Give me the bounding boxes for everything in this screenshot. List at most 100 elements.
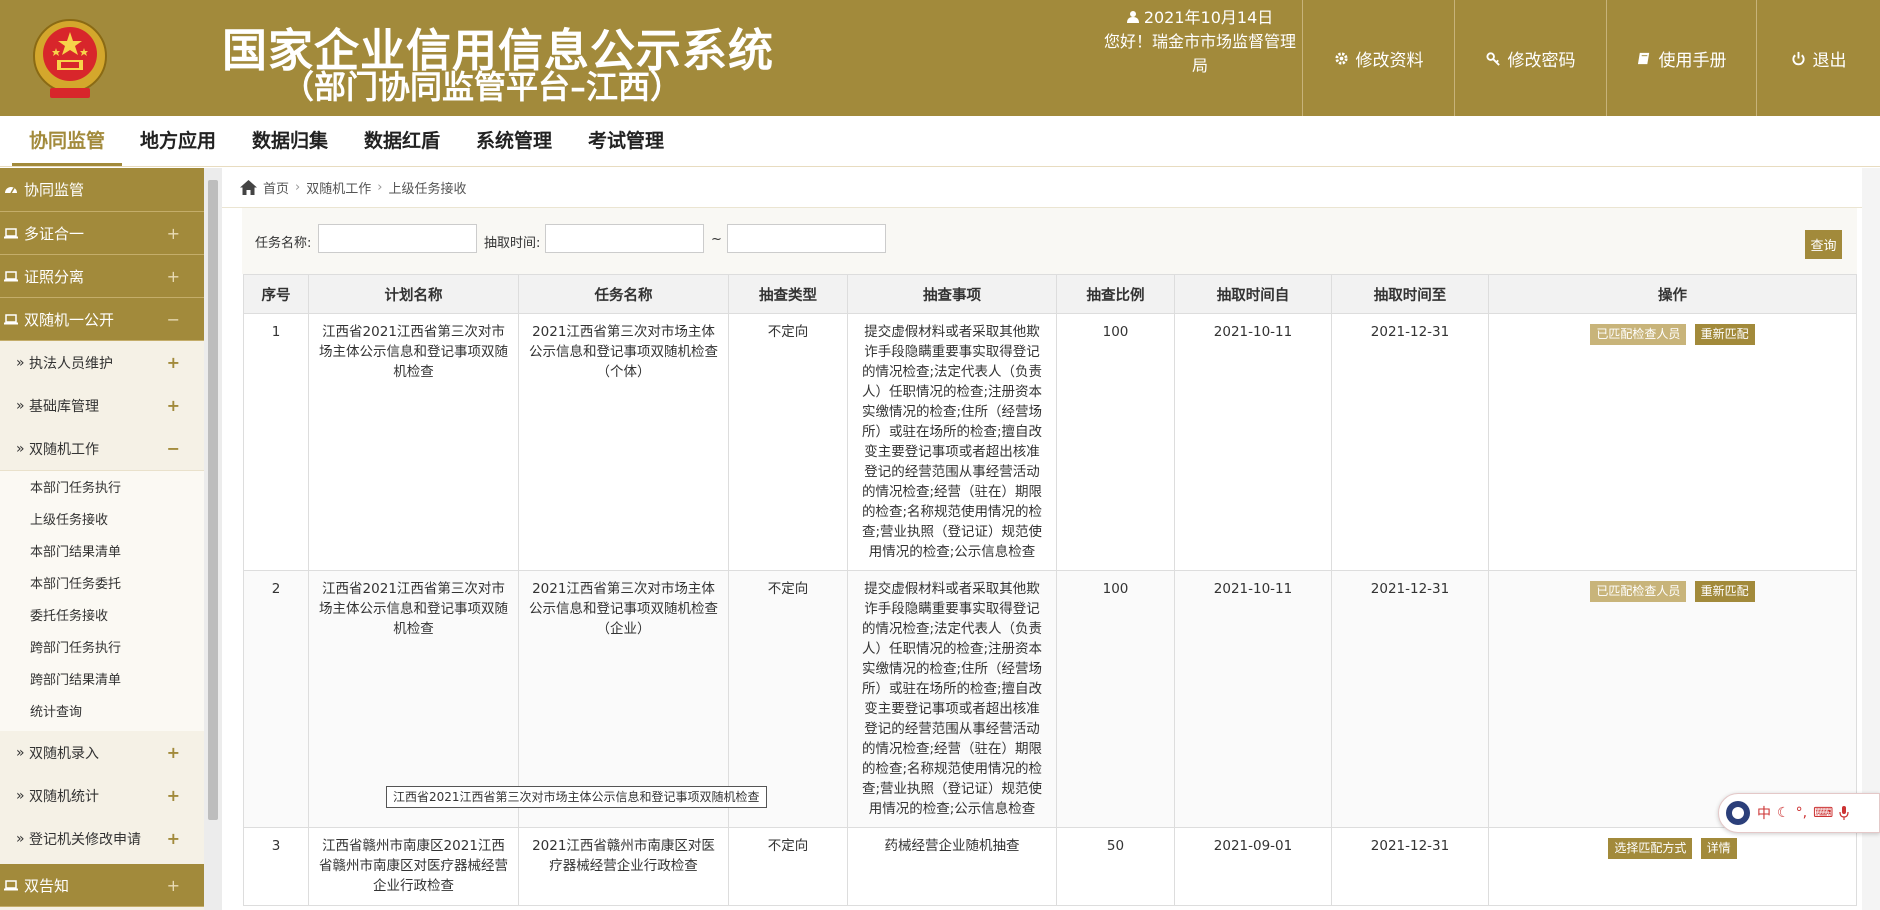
cell-actions: 已匹配检查人员 重新匹配 <box>1488 313 1857 571</box>
sidebar-item-label: 多证合一 <box>24 224 85 243</box>
key-icon <box>1485 51 1500 66</box>
sidebar-leaf-own-exec[interactable]: 本部门任务执行 <box>0 473 204 505</box>
breadcrumb: 首页 › 双随机工作 › 上级任务接收 <box>222 168 1880 208</box>
sidebar-leaf-own-results[interactable]: 本部门结果清单 <box>0 537 204 569</box>
rematch-button[interactable]: 重新匹配 <box>1694 324 1755 345</box>
user-info: 2021年10月14日 您好！瑞金市市场监督管理局 <box>1100 6 1300 78</box>
sidebar-leaf-delegate-receive[interactable]: 委托任务接收 <box>0 601 204 633</box>
edit-profile-button[interactable]: 修改资料 <box>1302 0 1454 116</box>
nav-data-red-shield[interactable]: 数据红盾 <box>352 116 452 166</box>
user-manual-label: 使用手册 <box>1658 50 1727 71</box>
column-header: 抽查比例 <box>1056 274 1175 314</box>
change-password-label: 修改密码 <box>1507 50 1576 71</box>
expand-icon: + <box>166 266 180 286</box>
sidebar-scrollbar-thumb[interactable] <box>208 180 218 820</box>
cell-actions: 选择匹配方式 详情 <box>1488 827 1857 906</box>
sidebar-scrollbar[interactable] <box>204 168 222 910</box>
nav-exam-management[interactable]: 考试管理 <box>576 116 676 166</box>
extract-time-label: 抽取时间: <box>484 236 541 251</box>
expand-icon: + <box>166 875 180 895</box>
sidebar-item-double-random[interactable]: 双随机一公开 − <box>0 298 204 341</box>
task-name-input[interactable] <box>318 224 477 253</box>
task-table: 序号 计划名称 任务名称 抽查类型 抽查事项 抽查比例 抽取时间自 抽取时间至 … <box>243 274 1857 906</box>
choose-match-method-button[interactable]: 选择匹配方式 <box>1608 838 1693 859</box>
chevron-right-icon: » <box>16 440 30 457</box>
dashboard-icon <box>5 186 17 193</box>
current-date: 2021年10月14日 <box>1143 8 1274 27</box>
sidebar-sub-enforcers[interactable]: » 执法人员维护 + <box>0 341 204 384</box>
plan-name-tooltip: 江西省2021江西省第三次对市场主体公示信息和登记事项双随机检查 <box>386 786 767 808</box>
column-header: 操作 <box>1488 274 1857 314</box>
cell-no: 1 <box>243 313 309 571</box>
query-button[interactable]: 查询 <box>1805 230 1842 259</box>
expand-icon: + <box>166 353 180 372</box>
sidebar-item-cert-separation[interactable]: 证照分离 + <box>0 255 204 298</box>
breadcrumb-separator: › <box>377 180 383 195</box>
cell-ratio: 50 <box>1056 827 1175 906</box>
user-manual-button[interactable]: 使用手册 <box>1606 0 1756 116</box>
sidebar-item-multi-cert[interactable]: 多证合一 + <box>0 212 204 255</box>
sidebar-top-collab[interactable]: 协同监管 <box>0 168 204 212</box>
edit-profile-label: 修改资料 <box>1355 50 1424 71</box>
column-header: 抽查类型 <box>728 274 848 314</box>
sidebar-sub-random-entry[interactable]: » 双随机录入 + <box>0 731 204 774</box>
nav-system-management[interactable]: 系统管理 <box>464 116 564 166</box>
sidebar-leaf-cross-exec[interactable]: 跨部门任务执行 <box>0 633 204 665</box>
sidebar-leaf-own-delegate[interactable]: 本部门任务委托 <box>0 569 204 601</box>
column-header: 抽取时间至 <box>1331 274 1489 314</box>
change-password-button[interactable]: 修改密码 <box>1454 0 1606 116</box>
matched-inspectors-button[interactable]: 已匹配检查人员 <box>1590 324 1687 345</box>
cell-items: 提交虚假材料或者采取其他欺诈手段隐瞒重要事实取得登记的情况检查;法定代表人（负责… <box>847 313 1057 571</box>
sidebar: 协同监管 多证合一 + 证照分离 + 双随机一公开 − » 执法人员维护 + »… <box>0 168 204 910</box>
cell-type: 不定向 <box>728 313 848 571</box>
rematch-button[interactable]: 重新匹配 <box>1694 581 1755 602</box>
sidebar-item-label: 双随机一公开 <box>24 310 115 329</box>
keyboard-icon[interactable]: ⌨ <box>1813 805 1833 821</box>
task-name-label: 任务名称: <box>255 236 312 251</box>
sidebar-sub-label: 执法人员维护 <box>29 355 114 372</box>
chevron-right-icon: » <box>16 787 30 804</box>
cell-actions: 已匹配检查人员 重新匹配 <box>1488 570 1857 828</box>
ime-chinese-mode[interactable]: 中 <box>1757 803 1771 823</box>
book-icon <box>1637 52 1649 64</box>
sidebar-sub-random-stats[interactable]: » 双随机统计 + <box>0 774 204 817</box>
moon-icon[interactable]: ☾ <box>1777 805 1790 821</box>
nav-local-apps[interactable]: 地方应用 <box>128 116 228 166</box>
sidebar-leaf-stats-query[interactable]: 统计查询 <box>0 697 204 729</box>
expand-icon: + <box>166 786 180 805</box>
cell-task: 2021江西省第三次对市场主体公示信息和登记事项双随机检查（个体） <box>518 313 729 571</box>
nav-data-collection[interactable]: 数据归集 <box>240 116 340 166</box>
punctuation-icon[interactable]: °, <box>1796 805 1807 821</box>
sidebar-sub-random-work[interactable]: » 双随机工作 − <box>0 427 204 470</box>
extract-time-end-input[interactable] <box>727 224 886 253</box>
cell-items: 药械经营企业随机抽查 <box>847 827 1057 906</box>
ime-logo-icon <box>1726 801 1750 825</box>
extract-time-start-input[interactable] <box>545 224 704 253</box>
logout-label: 退出 <box>1812 50 1847 71</box>
sidebar-item-double-notify[interactable]: 双告知 + <box>0 864 204 907</box>
column-header: 抽取时间自 <box>1174 274 1332 314</box>
details-button[interactable]: 详情 <box>1700 838 1737 859</box>
microphone-icon[interactable] <box>1839 806 1849 820</box>
laptop-icon <box>4 880 18 891</box>
sidebar-sub-base-library[interactable]: » 基础库管理 + <box>0 384 204 427</box>
ime-toolbar[interactable]: 中 ☾ °, ⌨ <box>1718 793 1880 833</box>
breadcrumb-random-work[interactable]: 双随机工作 <box>306 178 371 197</box>
sidebar-leaf-superior-receive[interactable]: 上级任务接收 <box>0 505 204 537</box>
breadcrumb-home[interactable]: 首页 <box>263 178 289 197</box>
logout-button[interactable]: 退出 <box>1756 0 1880 116</box>
cell-from: 2021-10-11 <box>1174 570 1332 828</box>
matched-inspectors-button[interactable]: 已匹配检查人员 <box>1590 581 1687 602</box>
column-header: 计划名称 <box>308 274 519 314</box>
sidebar-leaf-cross-results[interactable]: 跨部门结果清单 <box>0 665 204 697</box>
range-tilde: ~ <box>711 232 722 247</box>
cell-to: 2021-12-31 <box>1331 827 1489 906</box>
cell-ratio: 100 <box>1056 313 1175 571</box>
chevron-right-icon: » <box>16 397 30 414</box>
nav-collaborative-supervision[interactable]: 协同监管 <box>12 116 122 166</box>
cell-from: 2021-10-11 <box>1174 313 1332 571</box>
laptop-icon <box>4 314 18 325</box>
cell-no: 2 <box>243 570 309 828</box>
sidebar-sub-reg-change[interactable]: » 登记机关修改申请 + <box>0 817 204 860</box>
column-header: 抽查事项 <box>847 274 1057 314</box>
